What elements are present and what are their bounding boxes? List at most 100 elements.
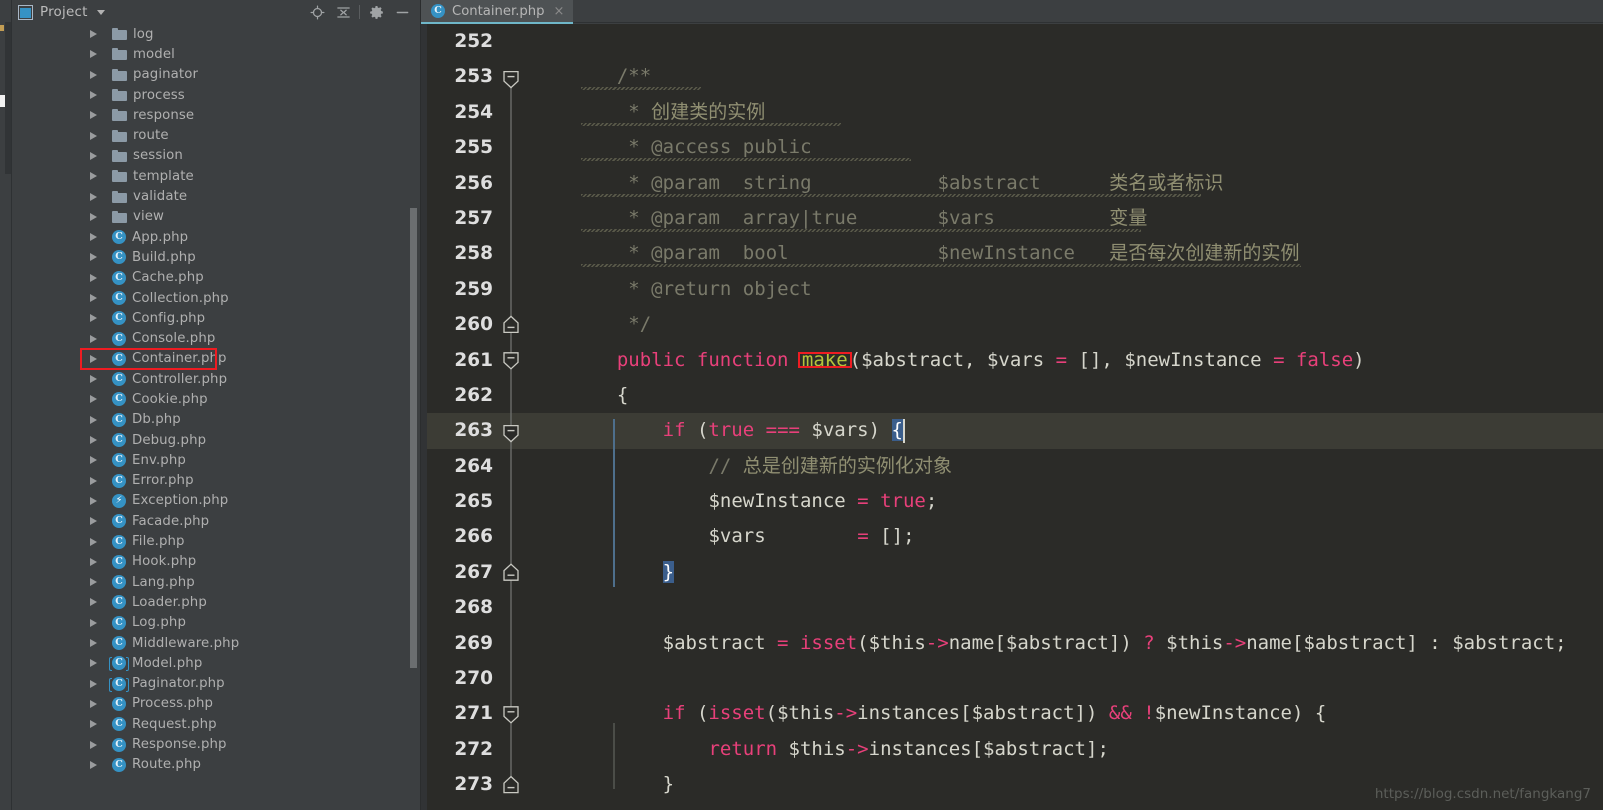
tree-item-validate[interactable]: validate [12,186,421,206]
tree-item-collection-php[interactable]: C Collection.php [12,288,421,308]
expand-arrow-icon[interactable] [90,233,104,242]
tree-item-config-php[interactable]: C Config.php [12,308,421,328]
code-line[interactable]: 255 * @access public [421,130,1603,165]
tree-item-template[interactable]: template [12,166,421,186]
expand-arrow-icon[interactable] [90,375,104,384]
expand-arrow-icon[interactable] [90,273,104,282]
code-line[interactable]: 253 /** [421,59,1603,94]
tree-item-cache-php[interactable]: C Cache.php [12,268,421,288]
tree-item-view[interactable]: view [12,207,421,227]
code-line[interactable]: 262 { [421,378,1603,413]
expand-arrow-icon[interactable] [90,192,104,201]
expand-arrow-icon[interactable] [90,476,104,485]
settings-gear-icon[interactable] [363,0,389,24]
expand-arrow-icon[interactable] [90,50,104,59]
code-line[interactable]: 257 * @param array|true $vars 变量 [421,201,1603,236]
tree-item-paginator-php[interactable]: C Paginator.php [12,674,421,694]
expand-arrow-icon[interactable] [90,294,104,302]
expand-arrow-icon[interactable] [90,456,104,465]
tree-item-log[interactable]: log [12,24,421,44]
project-file-tree[interactable]: log model paginator process response route ses… [12,24,421,810]
tree-item-error-php[interactable]: C Error.php [12,471,421,491]
expand-arrow-icon[interactable] [90,172,104,181]
expand-arrow-icon[interactable] [90,395,104,404]
tree-item-hook-php[interactable]: C Hook.php [12,552,421,572]
tree-item-loader-php[interactable]: C Loader.php [12,592,421,612]
minimize-icon[interactable] [389,0,415,24]
expand-arrow-icon[interactable] [90,496,104,505]
tree-item-route[interactable]: route [12,125,421,145]
expand-arrow-icon[interactable] [90,598,104,607]
tree-item-app-php[interactable]: C App.php [12,227,421,247]
tree-item-env-php[interactable]: C Env.php [12,450,421,470]
tree-item-process[interactable]: process [12,85,421,105]
code-line[interactable]: 261 public function make ($abstract, $var… [421,343,1603,378]
code-line[interactable]: 270 [421,661,1603,696]
expand-arrow-icon[interactable] [90,131,104,140]
code-lines[interactable]: 252 253 /** 254 * 创建类的实例 255 * @access publ… [421,24,1603,810]
expand-arrow-icon[interactable] [90,91,104,100]
code-viewport[interactable]: 252 253 /** 254 * 创建类的实例 255 * @access publ… [421,24,1603,810]
expand-arrow-icon[interactable] [90,740,104,749]
code-line[interactable]: 266 $vars = []; [421,519,1603,554]
tree-item-process-php[interactable]: C Process.php [12,694,421,714]
tree-item-controller-php[interactable]: C Controller.php [12,369,421,389]
tree-item-build-php[interactable]: C Build.php [12,247,421,267]
tree-item-model[interactable]: model [12,44,421,64]
code-line[interactable]: 252 [421,24,1603,59]
close-icon[interactable]: × [554,5,565,18]
tree-item-response[interactable]: response [12,105,421,125]
expand-arrow-icon[interactable] [90,659,104,668]
expand-arrow-icon[interactable] [90,720,104,729]
expand-arrow-icon[interactable] [90,111,104,120]
expand-arrow-icon[interactable] [90,415,104,424]
editor-tab-container-php[interactable]: C Container.php × [421,0,574,24]
tree-item-console-php[interactable]: C Console.php [12,328,421,348]
tree-item-middleware-php[interactable]: C Middleware.php [12,633,421,653]
tree-item-db-php[interactable]: C Db.php [12,410,421,430]
tree-item-container-php[interactable]: C Container.php [12,347,421,370]
expand-arrow-icon[interactable] [90,30,104,39]
tree-item-cookie-php[interactable]: C Cookie.php [12,389,421,409]
tree-item-paginator[interactable]: paginator [12,65,421,85]
expand-arrow-icon[interactable] [90,639,104,648]
expand-arrow-icon[interactable] [90,70,104,79]
expand-arrow-icon[interactable] [90,679,104,688]
tree-item-debug-php[interactable]: C Debug.php [12,430,421,450]
expand-arrow-icon[interactable] [90,699,104,708]
expand-arrow-icon[interactable] [90,253,104,262]
code-line[interactable]: 265 $newInstance = true; [421,484,1603,519]
tree-item-session[interactable]: session [12,146,421,166]
chevron-down-icon[interactable] [96,9,105,15]
tree-item-exception-php[interactable]: Exception.php [12,491,421,511]
expand-arrow-icon[interactable] [90,436,104,445]
expand-arrow-icon[interactable] [90,618,104,627]
code-line[interactable]: 271 if (isset($this->instances[$abstract… [421,696,1603,731]
expand-arrow-icon[interactable] [90,760,104,769]
code-line[interactable]: 254 * 创建类的实例 [421,95,1603,130]
code-line[interactable]: 268 [421,590,1603,625]
project-scrollbar-thumb[interactable] [410,208,417,668]
tree-item-route-php[interactable]: C Route.php [12,755,421,775]
expand-arrow-icon[interactable] [90,517,104,526]
expand-arrow-icon[interactable] [90,537,104,546]
code-line[interactable]: 258 * @param bool $newInstance 是否每次创建新的实… [421,236,1603,271]
expand-arrow-icon[interactable] [90,334,104,343]
collapse-all-icon[interactable] [330,0,356,24]
tree-item-model-php[interactable]: C Model.php [12,653,421,673]
tree-item-response-php[interactable]: C Response.php [12,734,421,754]
expand-arrow-icon[interactable] [90,212,104,221]
code-line[interactable]: 272 return $this->instances[$abstract]; [421,732,1603,767]
code-line[interactable]: 259 * @return object [421,272,1603,307]
code-line[interactable]: 263 if (true === $vars) { [421,413,1603,449]
expand-arrow-icon[interactable] [90,557,104,566]
code-line[interactable]: 269 $abstract = isset($this->name[$abstr… [421,626,1603,661]
tree-item-log-php[interactable]: C Log.php [12,613,421,633]
expand-arrow-icon[interactable] [90,578,104,587]
code-line[interactable]: 264 // 总是创建新的实例化对象 [421,449,1603,484]
code-line[interactable]: 260 */ [421,307,1603,342]
locate-target-icon[interactable] [304,0,330,24]
tree-item-request-php[interactable]: C Request.php [12,714,421,734]
tree-item-lang-php[interactable]: C Lang.php [12,572,421,592]
code-line[interactable]: 267 } [421,555,1603,590]
